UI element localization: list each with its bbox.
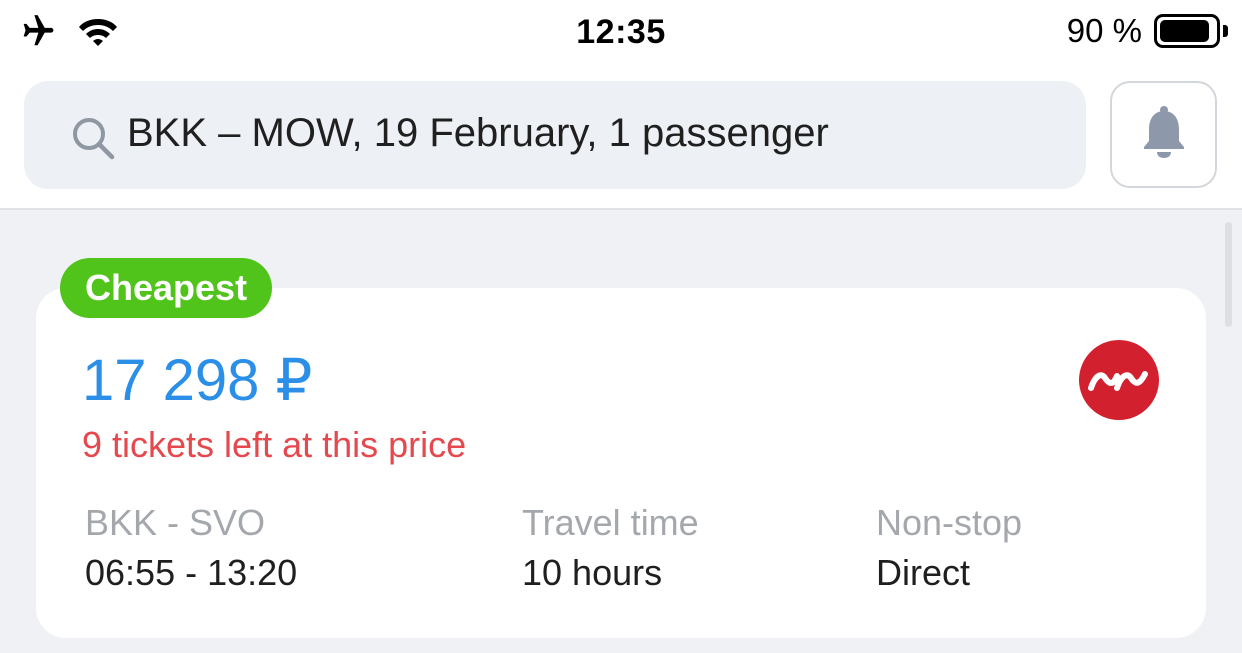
ticket-card[interactable]: 17 298 ₽ 9 tickets left at this price BK… — [36, 288, 1206, 638]
stops-label: Non-stop — [876, 502, 1023, 543]
stops-value: Direct — [876, 552, 971, 593]
search-query[interactable]: BKK – MOW, 19 February, 1 passenger — [127, 111, 829, 156]
travel-time-info: Travel time 10 hours — [522, 502, 699, 594]
travel-time-value: 10 hours — [522, 552, 663, 593]
price-alert-button[interactable] — [1110, 81, 1217, 188]
scrollbar[interactable] — [1225, 222, 1232, 327]
search-bar[interactable]: BKK – MOW, 19 February, 1 passenger — [24, 81, 1086, 189]
battery-cap — [1223, 25, 1228, 37]
screen: 12:35 90 % BKK – MOW, 19 February, 1 pas… — [0, 0, 1242, 653]
tickets-left-text: 9 tickets left at this price — [82, 424, 467, 465]
cheapest-badge: Cheapest — [60, 258, 273, 318]
search-row: BKK – MOW, 19 February, 1 passenger — [0, 66, 1242, 209]
battery-percent: 90 % — [1066, 12, 1142, 49]
price: 17 298 ₽ — [82, 348, 313, 413]
status-bar: 12:35 90 % — [0, 0, 1242, 66]
route-times: 06:55 - 13:20 — [85, 552, 298, 593]
battery-body — [1154, 14, 1220, 48]
status-time: 12:35 — [576, 13, 666, 51]
battery-icon — [1154, 14, 1228, 48]
route-info: BKK - SVO 06:55 - 13:20 — [85, 502, 297, 594]
results-list[interactable]: 17 298 ₽ 9 tickets left at this price BK… — [0, 210, 1242, 653]
airline-logo-icon — [1079, 340, 1159, 420]
travel-time-label: Travel time — [522, 502, 699, 543]
status-right: 90 % — [1067, 12, 1228, 50]
search-icon — [70, 115, 116, 166]
battery-fill — [1160, 20, 1209, 42]
route-label: BKK - SVO — [85, 502, 266, 543]
bell-icon — [1141, 105, 1187, 164]
stops-info: Non-stop Direct — [876, 502, 1022, 594]
